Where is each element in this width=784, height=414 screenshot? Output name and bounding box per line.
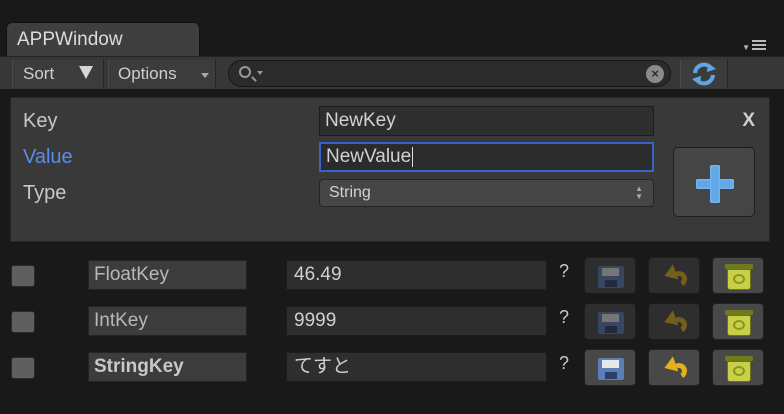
search-input[interactable]: [269, 63, 629, 84]
type-label: Type: [23, 182, 67, 204]
row-value-text: てすと: [294, 356, 352, 377]
undo-button[interactable]: [648, 349, 700, 386]
row-value-input[interactable]: 46.49: [286, 260, 547, 290]
text-caret: [412, 146, 414, 167]
save-button[interactable]: [584, 349, 636, 386]
row-checkbox[interactable]: [11, 311, 35, 333]
list-item: IntKey 9999 ?: [0, 303, 784, 340]
search-icon[interactable]: [239, 66, 251, 78]
row-help-icon[interactable]: ?: [559, 307, 569, 328]
floppy-disk-icon: [598, 312, 624, 334]
window-tab-bar: APPWindow ▼: [0, 0, 784, 58]
undo-arrow-icon: [661, 264, 689, 289]
sort-button[interactable]: Sort: [12, 60, 104, 88]
row-value-input[interactable]: 9999: [286, 306, 547, 336]
updown-arrows-icon: ▲ ▼: [635, 184, 643, 201]
key-label: Key: [23, 110, 58, 132]
trash-can-icon: [725, 262, 753, 291]
add-entry-button[interactable]: [673, 147, 755, 217]
search-filter-arrow-icon[interactable]: [257, 71, 263, 75]
row-help-icon[interactable]: ?: [559, 353, 569, 374]
tab-menu-arrow-icon[interactable]: ▼: [742, 43, 750, 52]
row-checkbox[interactable]: [11, 357, 35, 379]
sort-label: Sort: [23, 64, 55, 83]
row-value-text: 46.49: [294, 264, 342, 285]
undo-button[interactable]: [648, 303, 700, 340]
sort-down-arrow-icon: [79, 66, 93, 79]
new-value-input[interactable]: NewValue: [319, 142, 654, 172]
refresh-icon: [692, 62, 716, 86]
options-dropdown[interactable]: Options: [108, 60, 216, 88]
delete-button[interactable]: [712, 257, 764, 294]
trash-can-icon: [725, 308, 753, 337]
window-tab[interactable]: APPWindow: [6, 22, 200, 58]
type-select-value: String: [329, 184, 371, 201]
row-checkbox[interactable]: [11, 265, 35, 287]
row-key-text: FloatKey: [94, 264, 169, 285]
toolbar: Sort Options ×: [0, 56, 784, 90]
new-key-text: NewKey: [325, 110, 396, 131]
refresh-button[interactable]: [680, 60, 728, 88]
tab-menu-icon[interactable]: [752, 40, 766, 50]
row-key-field[interactable]: StringKey: [88, 352, 247, 382]
close-panel-button[interactable]: X: [742, 110, 755, 132]
clear-icon[interactable]: ×: [646, 65, 664, 83]
delete-button[interactable]: [712, 349, 764, 386]
save-button[interactable]: [584, 303, 636, 340]
value-label: Value: [23, 146, 73, 168]
save-button[interactable]: [584, 257, 636, 294]
options-dropdown-arrow-icon: [201, 73, 209, 78]
row-key-field[interactable]: IntKey: [88, 306, 247, 336]
delete-button[interactable]: [712, 303, 764, 340]
search-field[interactable]: ×: [228, 60, 671, 87]
trash-can-icon: [725, 354, 753, 383]
new-key-input[interactable]: NewKey: [319, 106, 654, 136]
list-item: StringKey てすと ?: [0, 349, 784, 386]
row-value-input[interactable]: てすと: [286, 352, 547, 382]
floppy-disk-icon: [598, 266, 624, 288]
row-key-text: IntKey: [94, 310, 148, 331]
undo-button[interactable]: [648, 257, 700, 294]
floppy-disk-icon: [598, 358, 624, 380]
undo-arrow-icon: [661, 310, 689, 335]
row-help-icon[interactable]: ?: [559, 261, 569, 282]
row-key-field[interactable]: FloatKey: [88, 260, 247, 290]
type-select[interactable]: String ▲ ▼: [319, 179, 654, 207]
row-key-text: StringKey: [94, 356, 184, 377]
window-tab-title: APPWindow: [17, 29, 123, 50]
list-item: FloatKey 46.49 ?: [0, 257, 784, 294]
new-value-text: NewValue: [326, 146, 412, 167]
undo-arrow-icon: [661, 356, 689, 381]
options-label: Options: [118, 64, 177, 83]
plus-icon-vertical: [710, 165, 720, 203]
new-entry-panel: Key Value Type NewKey NewValue String ▲ ▼…: [10, 97, 770, 242]
row-value-text: 9999: [294, 310, 337, 331]
